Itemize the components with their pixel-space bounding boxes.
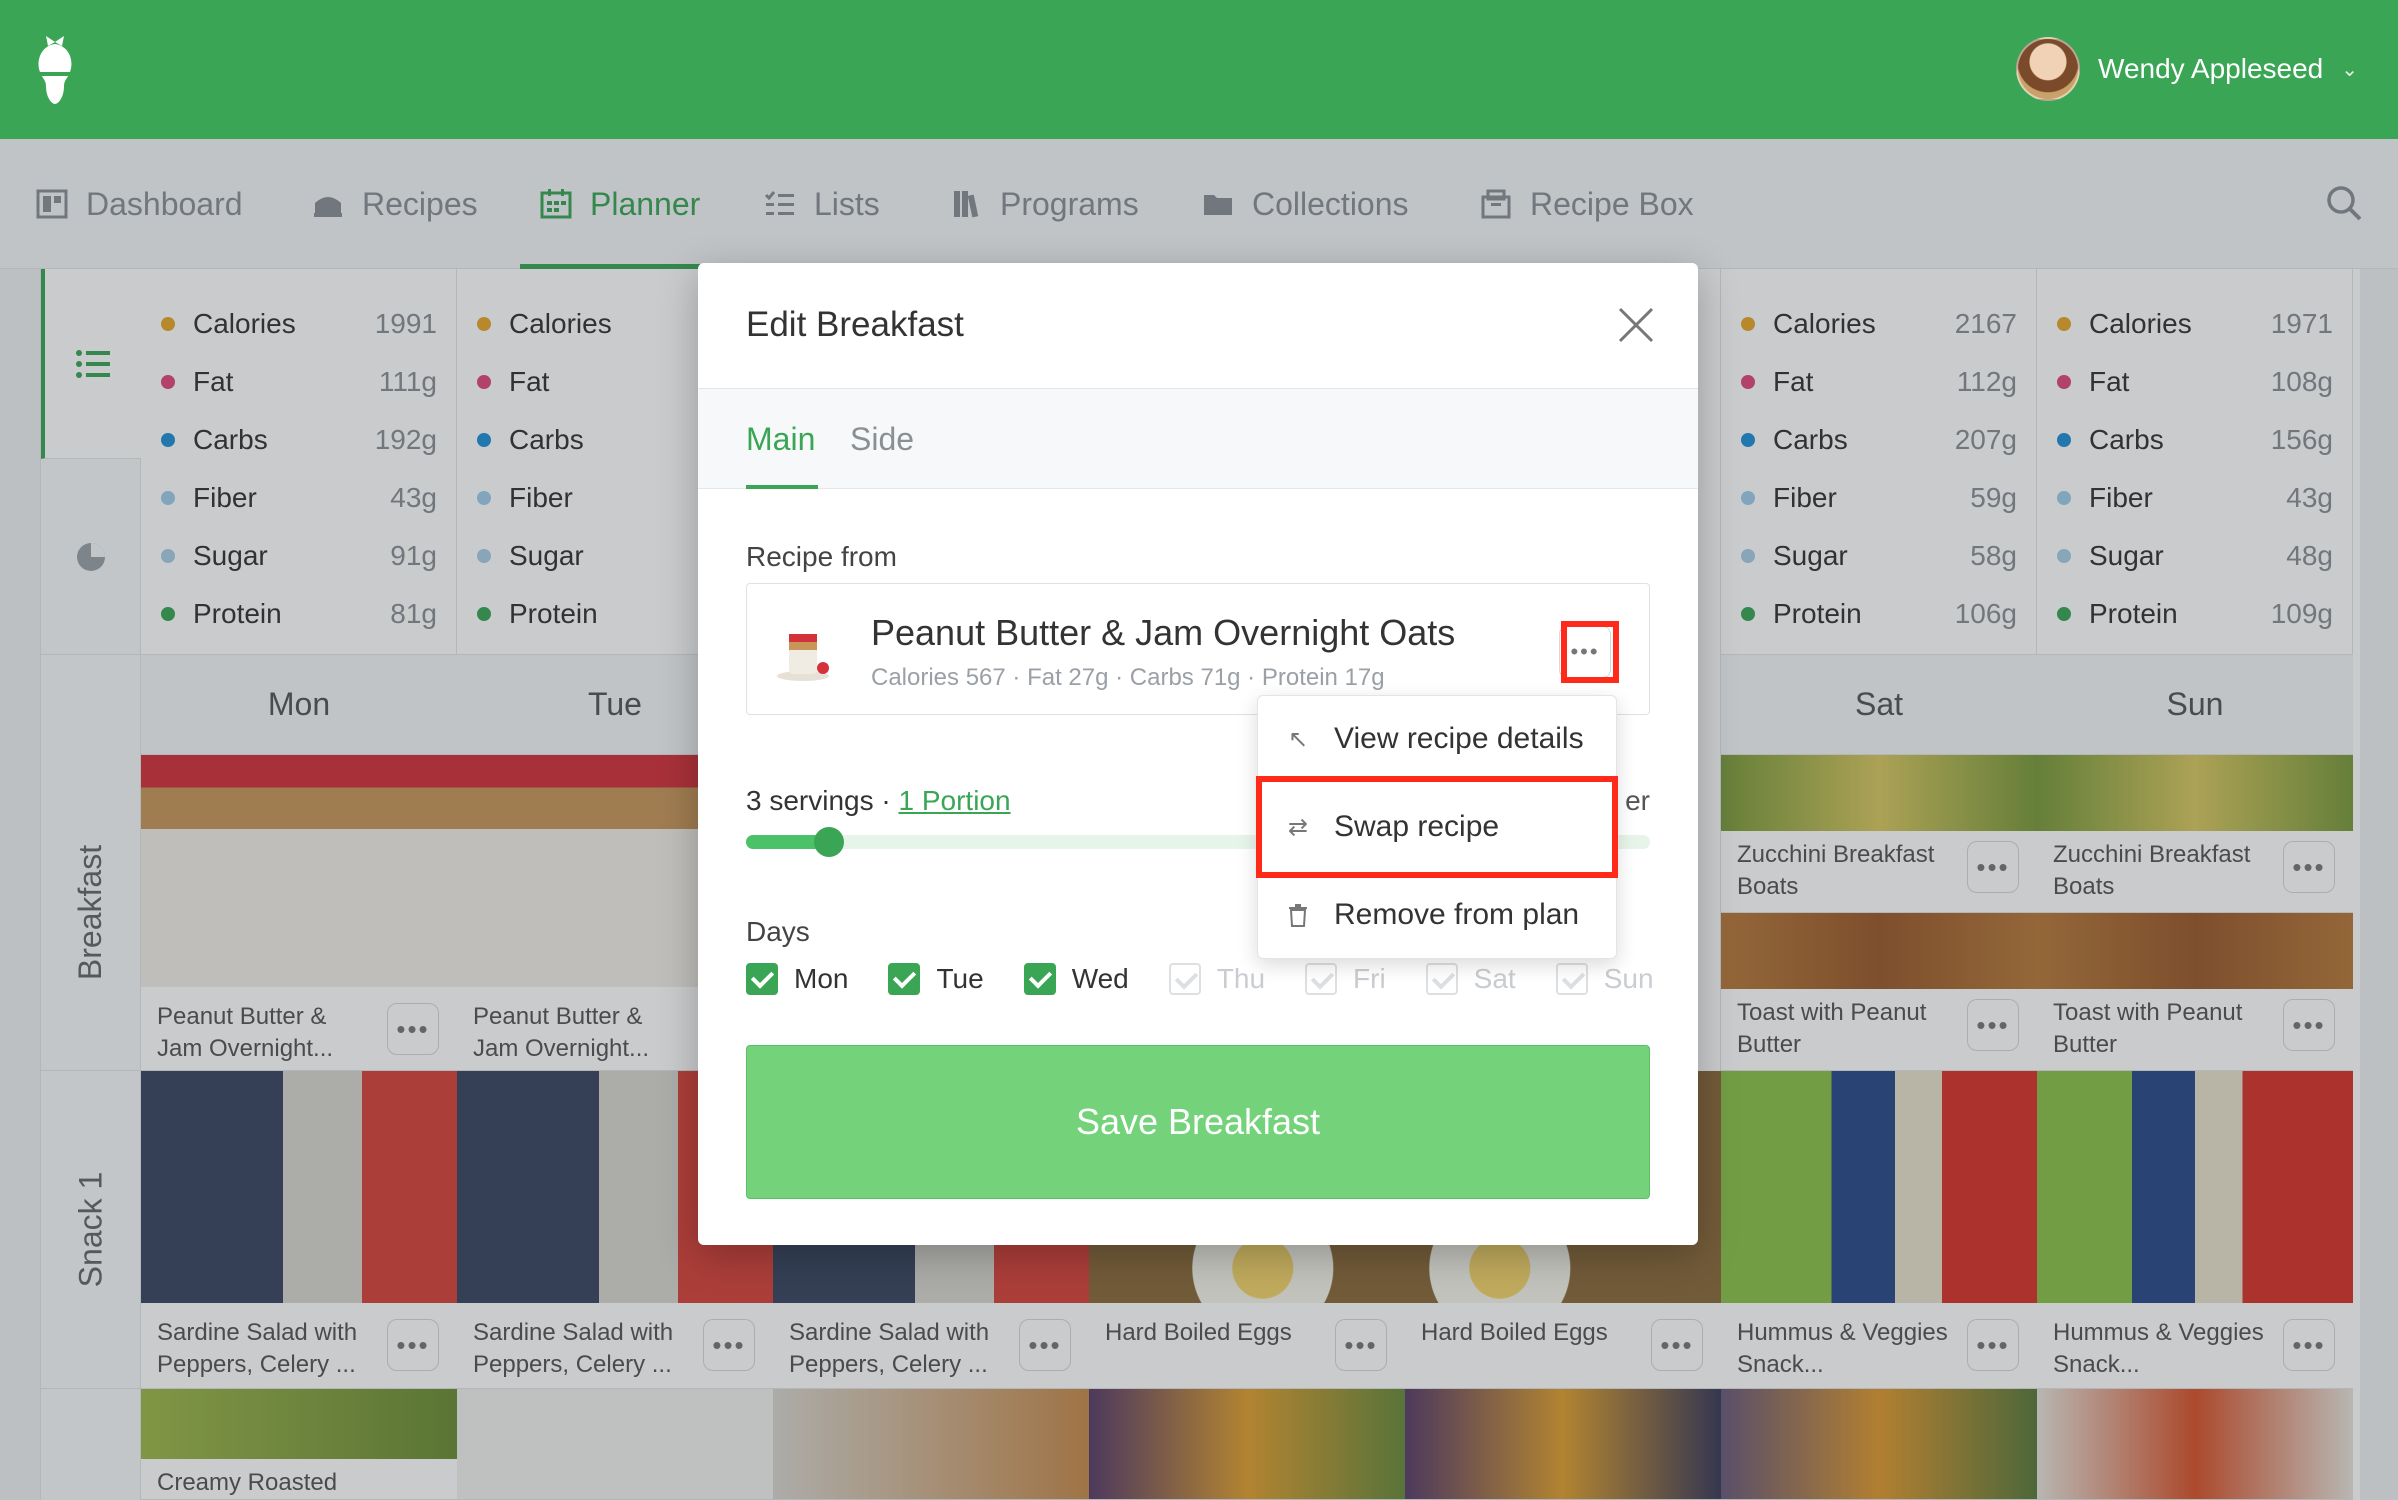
day-checkbox-sun[interactable]: Sun — [1555, 963, 1654, 995]
modal-title: Edit Breakfast — [746, 305, 964, 344]
day-checkbox-mon[interactable]: Mon — [746, 963, 848, 995]
highlight-box — [1561, 621, 1619, 683]
close-icon[interactable] — [1614, 303, 1658, 347]
user-name: Wendy Appleseed — [2098, 53, 2324, 84]
logo-icon[interactable] — [32, 32, 78, 106]
day-checkbox-fri[interactable]: Fri — [1305, 963, 1386, 995]
slider-handle[interactable] — [814, 827, 844, 857]
trash-icon — [1286, 903, 1310, 927]
checkbox[interactable] — [1425, 963, 1458, 995]
checkbox[interactable] — [746, 963, 778, 995]
arrow-up-left-icon: ↖ — [1287, 725, 1309, 753]
checkbox[interactable] — [1168, 963, 1201, 995]
day-checkbox-thu[interactable]: Thu — [1168, 963, 1265, 995]
recipe-nutrition: Calories 567 · Fat 27g · Carbs 71g · Pro… — [871, 664, 1385, 691]
checkbox[interactable] — [1305, 963, 1338, 995]
menu-item-view-recipe[interactable]: ↖ View recipe details — [1258, 696, 1618, 782]
modal-header: Edit Breakfast — [698, 263, 1698, 389]
days-label: Days — [746, 916, 810, 947]
day-checkbox-tue[interactable]: Tue — [888, 963, 984, 995]
recipe-from-label: Recipe from — [746, 541, 897, 572]
per-label: er — [1625, 785, 1650, 816]
portion-link[interactable]: 1 Portion — [899, 785, 1011, 816]
day-checkbox-sat[interactable]: Sat — [1425, 963, 1516, 995]
recipe-thumbnail — [777, 634, 829, 681]
checkbox[interactable] — [888, 963, 921, 995]
servings-row: 3 servings · 1 Portion — [746, 785, 1011, 816]
tab-side[interactable]: Side — [850, 421, 914, 458]
checkbox[interactable] — [1555, 963, 1588, 995]
checkbox[interactable] — [1023, 963, 1056, 995]
save-breakfast-button[interactable]: Save Breakfast — [746, 1045, 1650, 1199]
tab-main[interactable]: Main — [746, 421, 815, 458]
day-checkbox-wed[interactable]: Wed — [1023, 963, 1129, 995]
days-checkboxes: Mon Tue Wed Thu Fri Sat Sun — [746, 963, 1694, 995]
top-bar: Wendy Appleseed ⌄ — [0, 0, 2398, 139]
avatar — [2016, 37, 2081, 101]
highlight-box — [1256, 776, 1618, 878]
recipe-name: Peanut Butter & Jam Overnight Oats — [871, 612, 1456, 653]
active-tab-indicator — [746, 485, 818, 489]
user-menu[interactable]: Wendy Appleseed ⌄ — [2016, 36, 2358, 102]
modal-tabs: Main Side — [698, 389, 1698, 489]
menu-item-remove[interactable]: Remove from plan — [1258, 872, 1618, 958]
chevron-down-icon: ⌄ — [2341, 58, 2358, 81]
